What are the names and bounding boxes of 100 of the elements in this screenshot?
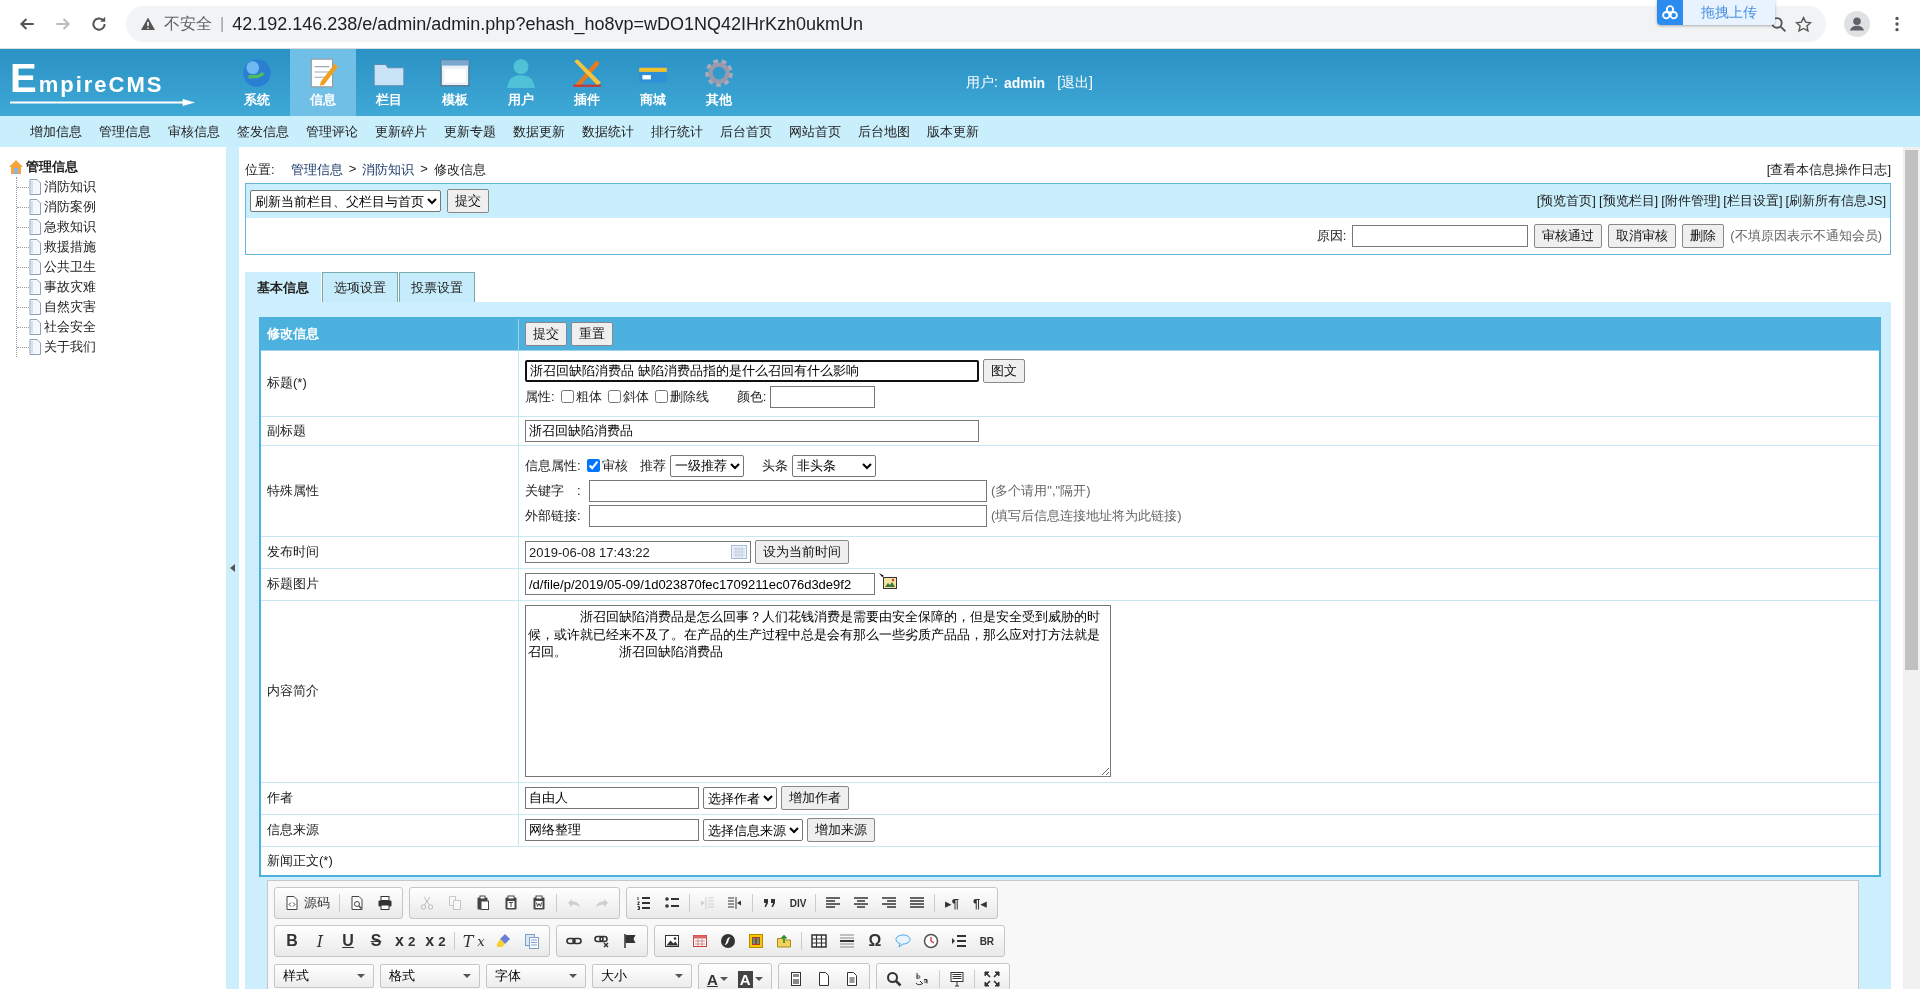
title-image-field[interactable]: /d/file/p/2019/05-09/1d023870fec1709211ec076d3de9f2	[525, 573, 875, 595]
toolbar-link[interactable]: [预览栏目]	[1598, 192, 1659, 210]
toolbar-link[interactable]: [刷新所有信息JS]	[1785, 192, 1886, 210]
tree-item[interactable]: 关于我们	[44, 338, 96, 356]
background-color-button[interactable]: A	[732, 967, 768, 989]
nav-link[interactable]: 网站首页	[789, 122, 841, 141]
title-field[interactable]: 浙召回缺陷消费品 缺陷消费品指的是什么召回有什么影响	[525, 359, 979, 382]
tag-button[interactable]: DIV	[784, 891, 812, 915]
tree-root-item[interactable]: 管理信息	[26, 158, 78, 176]
toolbar-link[interactable]: [预览首页]	[1536, 192, 1596, 210]
author-select[interactable]: 选择作者	[703, 787, 777, 809]
tree-item[interactable]: 自然灾害	[44, 298, 96, 316]
add-author-button[interactable]: 增加作者	[781, 786, 849, 810]
italic-button[interactable]: I	[306, 929, 334, 953]
add-source-button[interactable]: 增加来源	[807, 818, 875, 842]
underline-button[interactable]: U	[334, 929, 362, 953]
set-current-time-button[interactable]: 设为当前时间	[755, 540, 849, 564]
indent-icon	[727, 895, 743, 911]
back-icon[interactable]	[18, 15, 36, 33]
breadcrumb-label: 位置:	[245, 161, 275, 179]
tree-item[interactable]: 消防案例	[44, 198, 96, 216]
color-label: 颜色:	[736, 387, 767, 406]
image-picker-icon[interactable]	[879, 573, 897, 589]
image-text-button[interactable]: 图文	[983, 358, 1025, 383]
refresh-select[interactable]: 刷新当前栏目、父栏目与首页	[250, 190, 441, 212]
scrollbar[interactable]	[1903, 147, 1920, 989]
tree-item[interactable]: 救援措施	[44, 238, 96, 256]
tab[interactable]: 投票设置	[399, 272, 475, 302]
text-color-button[interactable]: A	[702, 967, 733, 989]
nav-link[interactable]: 增加信息	[30, 122, 82, 141]
bold-button[interactable]: Ω	[860, 929, 889, 953]
summary-textarea[interactable]: 浙召回缺陷消费品是怎么回事？人们花钱消费是需要由安全保障的，但是安全受到威胁的时候，或许就已经来不及了。在产品的生产过程中总是会有那么一些劣质产品品，那么应对打方法就是召回。 浙召回缺陷消费品	[525, 605, 1111, 777]
nav-link[interactable]: 管理信息	[99, 122, 151, 141]
breadcrumb-link[interactable]: 消防知识	[362, 161, 415, 179]
form-button[interactable]: 提交	[525, 322, 567, 347]
strikethrough-button[interactable]: S	[362, 929, 390, 953]
star-icon[interactable]	[1795, 15, 1812, 33]
headline-select[interactable]: 非头条	[791, 454, 876, 477]
reason-field[interactable]	[1352, 225, 1529, 247]
search-icon[interactable]	[1770, 15, 1787, 33]
direction-button[interactable]: ▸¶	[938, 891, 966, 915]
field-label: 副标题	[267, 422, 306, 438]
toolbar-link[interactable]: [栏目设置]	[1723, 192, 1783, 210]
direction-button[interactable]: ¶◂	[966, 891, 994, 915]
review-button[interactable]: 审核通过	[1534, 224, 1603, 248]
source-field[interactable]: 网络整理	[525, 819, 699, 841]
unlink-icon	[593, 933, 610, 949]
nav-link[interactable]: 排行统计	[651, 122, 703, 141]
format-combo[interactable]: 大小	[592, 964, 692, 988]
source-button[interactable]: 源码	[278, 891, 336, 915]
speech-bubble-icon	[894, 933, 911, 949]
operation-log-link[interactable]: [查看本信息操作日志]	[1766, 161, 1891, 179]
nav-link[interactable]: 更新专题	[444, 122, 496, 141]
avatar-icon[interactable]	[1844, 11, 1870, 37]
author-field[interactable]: 自由人	[525, 787, 699, 809]
bold-button[interactable]: B	[278, 929, 306, 953]
reload-icon[interactable]	[90, 15, 108, 33]
tree-item[interactable]: 急救知识	[44, 218, 96, 236]
source-select[interactable]: 选择信息来源	[703, 819, 803, 841]
nav-link[interactable]: 更新碎片	[375, 122, 427, 141]
breadcrumb-separator: >	[420, 161, 428, 178]
nav-link[interactable]: 后台首页	[720, 122, 772, 141]
nav-link[interactable]: 版本更新	[927, 122, 979, 141]
collapse-arrow-icon[interactable]	[229, 564, 236, 572]
format-combo[interactable]: 字体	[486, 964, 586, 988]
style-checkbox[interactable]	[560, 390, 574, 403]
submit-button[interactable]: 提交	[447, 189, 489, 213]
nav-link[interactable]: 后台地图	[858, 122, 910, 141]
recommend-select[interactable]: 一级推荐	[669, 454, 744, 477]
toolbar-link[interactable]: [附件管理]	[1661, 192, 1721, 210]
external-link-field[interactable]	[589, 504, 987, 527]
nav-link[interactable]: 数据统计	[582, 122, 634, 141]
globe-icon	[240, 56, 274, 90]
tree-item[interactable]: 消防知识	[44, 178, 96, 196]
keyword-field[interactable]	[589, 479, 987, 502]
replace-icon	[913, 971, 930, 987]
nav-link[interactable]: 审核信息	[168, 122, 220, 141]
review-checkbox[interactable]	[586, 459, 600, 472]
tree-item[interactable]: 事故灾难	[44, 278, 96, 296]
color-field[interactable]	[770, 385, 876, 408]
style-checkbox[interactable]	[607, 390, 621, 403]
form-button[interactable]: 重置	[571, 322, 613, 347]
nav-link[interactable]: 数据更新	[513, 122, 565, 141]
tab[interactable]: 选项设置	[322, 272, 398, 302]
tag-button[interactable]: BR	[972, 929, 1001, 953]
tree-item[interactable]: 社会安全	[44, 318, 96, 336]
format-combo[interactable]: 样式	[274, 964, 374, 988]
info-attribute-label: 信息属性:	[525, 456, 581, 475]
format-combo[interactable]: 格式	[380, 964, 480, 988]
tab[interactable]: 基本信息	[245, 272, 321, 302]
review-button[interactable]: 删除	[1682, 224, 1725, 248]
review-button[interactable]: 取消审核	[1608, 224, 1677, 248]
nav-link[interactable]: 管理评论	[306, 122, 358, 141]
tree-item[interactable]: 公共卫生	[44, 258, 96, 276]
subtitle-field[interactable]: 浙召回缺陷消费品	[525, 419, 979, 442]
nav-link[interactable]: 签发信息	[237, 122, 289, 141]
home-icon	[8, 159, 24, 175]
date-field[interactable]: 2019-06-08 17:43:22	[525, 541, 751, 563]
breadcrumb-link[interactable]: 管理信息	[290, 161, 343, 179]
style-checkbox[interactable]	[654, 390, 668, 403]
